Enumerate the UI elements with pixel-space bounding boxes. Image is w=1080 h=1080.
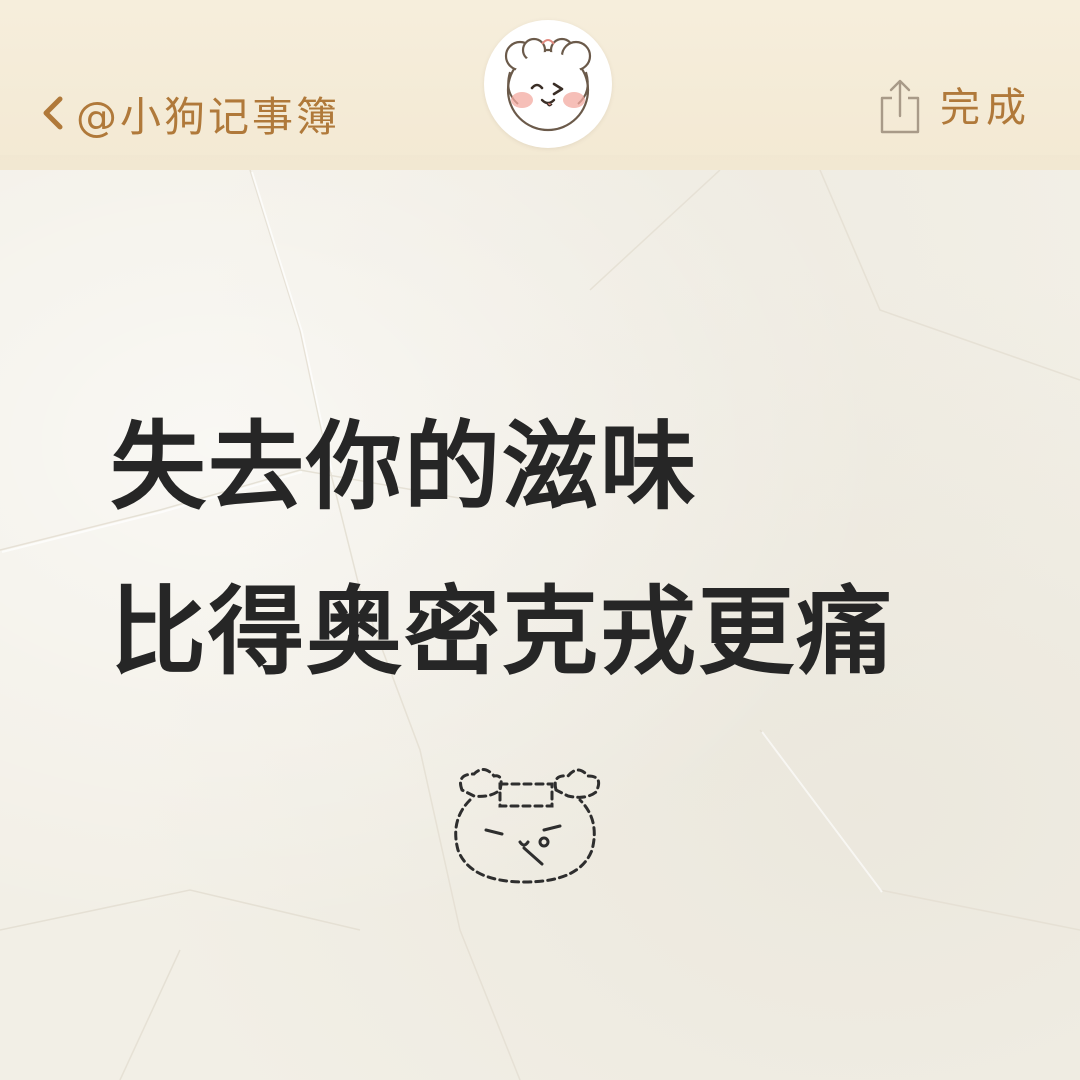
done-button[interactable]: 完成 — [940, 80, 1032, 136]
share-button[interactable] — [876, 78, 924, 136]
puppy-avatar[interactable] — [484, 20, 612, 148]
back-button[interactable]: @小狗记事簿 — [36, 78, 340, 148]
notes-app-screen: @小狗记事簿 完成 失去你的滋味 比得奥密克戎更痛 — [0, 0, 1080, 1080]
share-icon — [876, 78, 924, 136]
note-content[interactable]: 失去你的滋味 比得奥密克戎更痛 — [110, 385, 1010, 715]
note-line: 失去你的滋味 — [110, 411, 698, 523]
sleepy-puppy-doodle — [440, 760, 610, 890]
top-navigation-bar: @小狗记事簿 完成 — [0, 0, 1080, 170]
note-line: 比得奥密克戎更痛 — [110, 576, 894, 688]
back-label: @小狗记事簿 — [76, 93, 340, 141]
chevron-left-icon — [36, 91, 70, 135]
note-paper[interactable]: 失去你的滋味 比得奥密克戎更痛 — [0, 170, 1080, 1080]
